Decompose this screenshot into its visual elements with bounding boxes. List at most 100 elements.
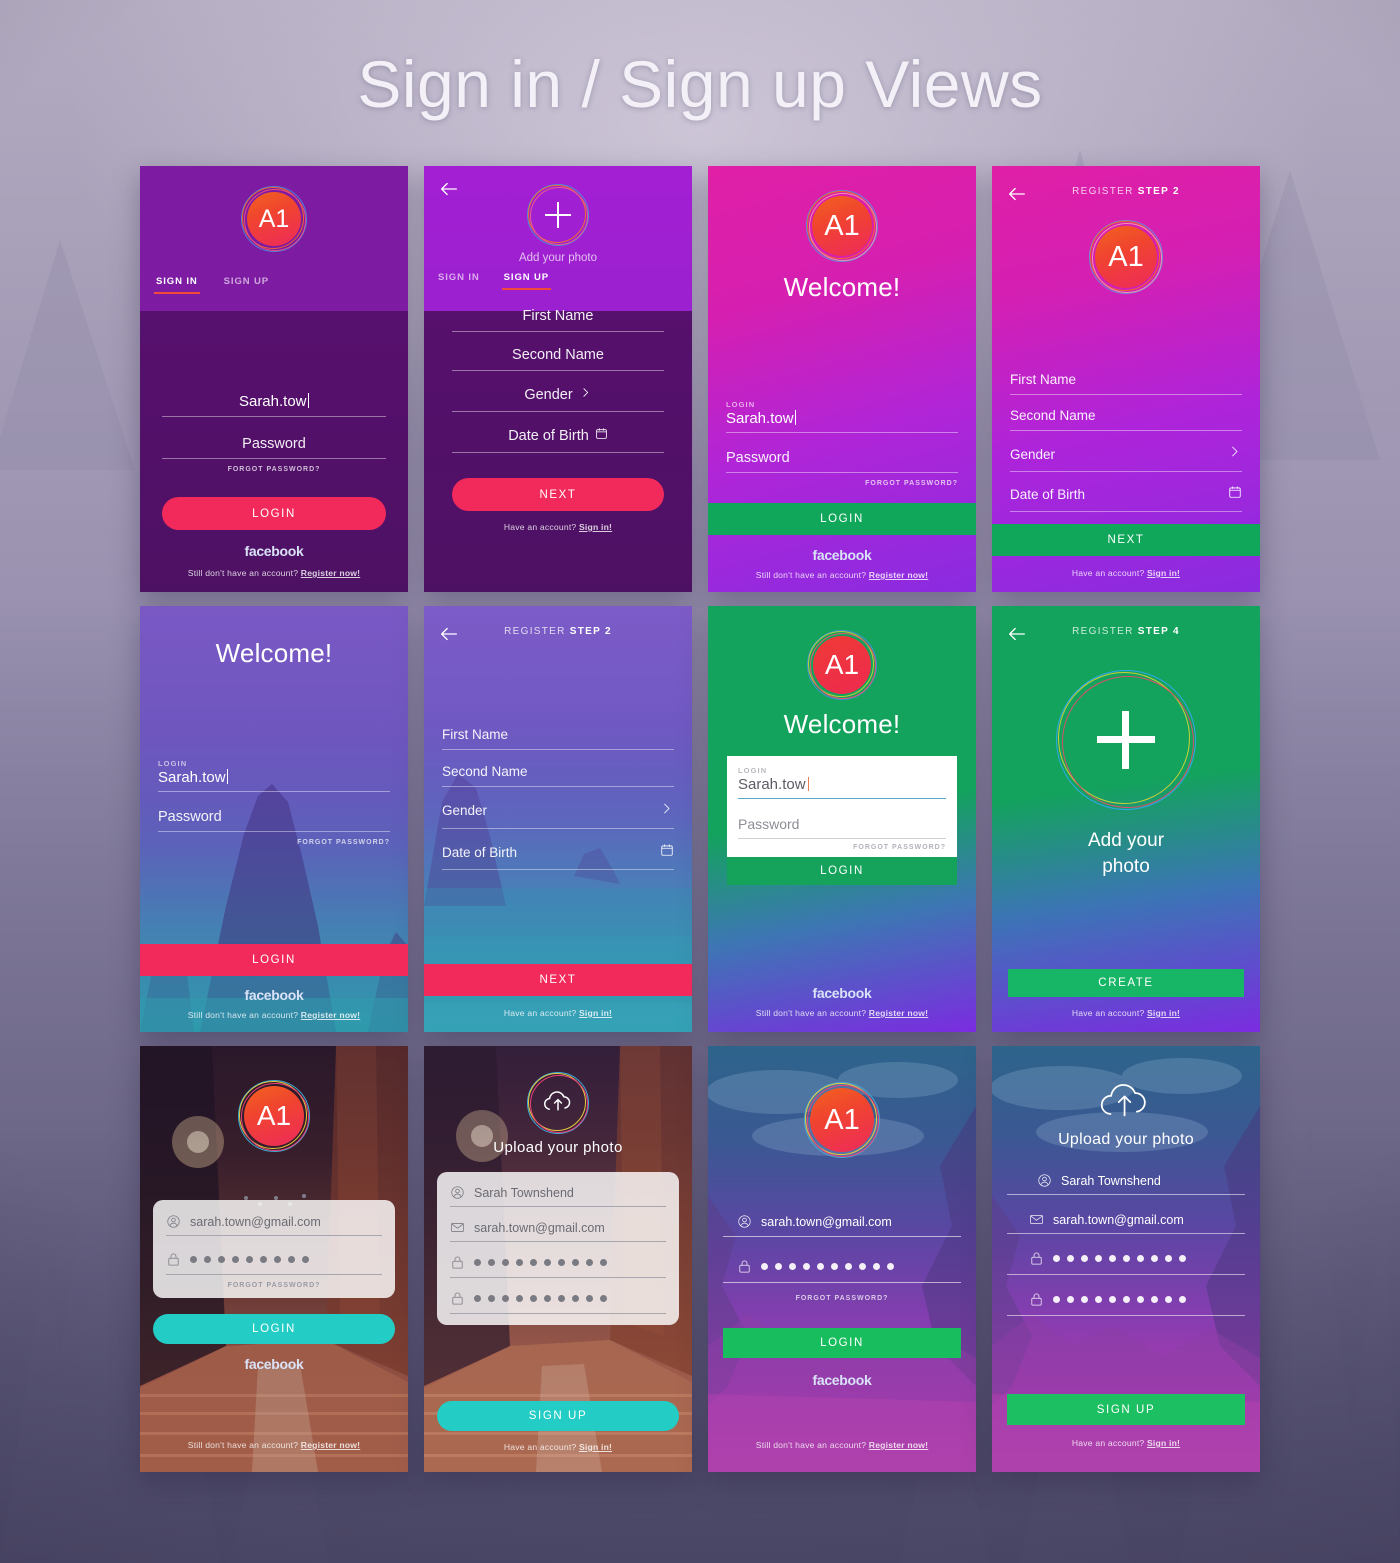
register-footnote[interactable]: Still don't have an account? Register no… [708, 1008, 976, 1018]
first-name-field[interactable]: First Name [452, 308, 664, 332]
upload-photo-button[interactable] [527, 1072, 589, 1134]
back-arrow-icon[interactable] [438, 178, 460, 200]
screen-register-step2-photo-sea[interactable]: REGISTER STEP 2 First Name Second Name G… [424, 606, 692, 1032]
cloud-upload-icon [540, 1088, 576, 1119]
register-footnote[interactable]: Still don't have an account? Register no… [162, 568, 386, 578]
register-footnote[interactable]: Still don't have an account? Register no… [140, 1440, 408, 1450]
facebook-login-button[interactable]: facebook [708, 547, 976, 563]
password-field[interactable] [450, 1255, 666, 1278]
back-arrow-icon[interactable] [1006, 183, 1028, 205]
fullname-field[interactable]: Sarah Townshend [1007, 1173, 1245, 1195]
first-name-field[interactable]: First Name [442, 727, 674, 750]
screen-login-canyon[interactable]: A1 sarah.town@gmail.com FORGOT PASSWORD?… [708, 1046, 976, 1472]
screen-welcome-login-photo-sea[interactable]: Welcome! LOGIN Sarah.tow Password FORGOT… [140, 606, 408, 1032]
email-field[interactable]: sarah.town@gmail.com [723, 1214, 961, 1237]
second-name-field[interactable]: Second Name [1010, 408, 1242, 431]
email-field[interactable]: sarah.town@gmail.com [166, 1214, 382, 1236]
facebook-login-button[interactable]: facebook [140, 1356, 408, 1372]
cloud-upload-icon [1095, 1078, 1157, 1127]
auth-tabs[interactable]: SIGN IN SIGN UP [424, 272, 692, 290]
signup-button[interactable]: SIGN UP [437, 1401, 679, 1431]
forgot-password-link[interactable]: FORGOT PASSWORD? [158, 839, 390, 846]
login-button[interactable]: LOGIN [162, 497, 386, 530]
login-field[interactable]: LOGIN Sarah.tow [158, 759, 390, 792]
screen-welcome-login-magenta[interactable]: A1 Welcome! LOGIN Sarah.tow Password FOR… [708, 166, 976, 592]
second-name-placeholder: Second Name [512, 347, 604, 363]
facebook-login-button[interactable]: facebook [708, 985, 976, 1001]
forgot-password-link[interactable]: FORGOT PASSWORD? [726, 480, 958, 487]
confirm-password-field[interactable] [1007, 1292, 1245, 1316]
password-field[interactable]: Password [726, 450, 958, 473]
screen-signup-canyon[interactable]: Upload your photo Sarah Townshend sarah.… [992, 1046, 1260, 1472]
next-button[interactable]: NEXT [424, 964, 692, 996]
back-arrow-icon[interactable] [1006, 623, 1028, 645]
auth-tabs[interactable]: SIGN IN SIGN UP [140, 276, 408, 294]
register-footnote[interactable]: Still don't have an account? Register no… [140, 1010, 408, 1020]
date-of-birth-field[interactable]: Date of Birth [452, 427, 664, 453]
signin-footnote[interactable]: Have an account? Sign in! [992, 1438, 1260, 1448]
signin-footnote[interactable]: Have an account? Sign in! [992, 568, 1260, 578]
gender-field[interactable]: Gender [1010, 444, 1242, 472]
fullname-field[interactable]: Sarah Townshend [450, 1185, 666, 1207]
tab-sign-in[interactable]: SIGN IN [154, 276, 200, 294]
create-button[interactable]: CREATE [1008, 969, 1244, 997]
forgot-password-link[interactable]: FORGOT PASSWORD? [166, 1282, 382, 1289]
back-arrow-icon[interactable] [438, 623, 460, 645]
signin-footnote-link: Sign in! [578, 522, 613, 532]
next-button[interactable]: NEXT [992, 524, 1260, 556]
signin-footnote[interactable]: Have an account? Sign in! [992, 1008, 1260, 1018]
signin-footnote[interactable]: Have an account? Sign in! [452, 522, 664, 532]
password-field[interactable]: Password [158, 809, 390, 832]
tab-sign-up[interactable]: SIGN UP [501, 272, 552, 290]
login-button[interactable]: LOGIN [723, 1328, 961, 1358]
confirm-password-field[interactable] [450, 1291, 666, 1314]
second-name-field[interactable]: Second Name [452, 347, 664, 371]
first-name-field[interactable]: First Name [1010, 372, 1242, 395]
login-field[interactable]: LOGIN Sarah.tow [738, 766, 946, 799]
password-field[interactable]: Password [738, 816, 946, 839]
second-name-field[interactable]: Second Name [442, 764, 674, 787]
facebook-login-button[interactable]: facebook [140, 987, 408, 1003]
chevron-right-icon [579, 386, 592, 404]
password-field[interactable] [166, 1252, 382, 1275]
facebook-login-button[interactable]: facebook [708, 1372, 976, 1388]
password-field[interactable] [1007, 1251, 1245, 1275]
screen-register-step4-green[interactable]: REGISTER STEP 4 Add your photo CREATE Ha… [992, 606, 1260, 1032]
screen-login-city-glass[interactable]: A1 sarah.town@gmail.com FORGOT PASSWORD?… [140, 1046, 408, 1472]
password-field[interactable] [723, 1259, 961, 1283]
facebook-login-button[interactable]: facebook [162, 543, 386, 559]
register-footnote[interactable]: Still don't have an account? Register no… [708, 570, 976, 580]
login-button[interactable]: LOGIN [153, 1314, 395, 1344]
add-photo-button[interactable] [1056, 670, 1196, 810]
login-button[interactable]: LOGIN [140, 944, 408, 976]
next-button[interactable]: NEXT [452, 478, 664, 511]
screen-sign-in-tabs-purple[interactable]: A1 SIGN IN SIGN UP Sarah.tow Password FO… [140, 166, 408, 592]
login-button[interactable]: LOGIN [708, 503, 976, 535]
register-footnote[interactable]: Still don't have an account? Register no… [708, 1440, 976, 1450]
forgot-password-link[interactable]: FORGOT PASSWORD? [162, 466, 386, 473]
forgot-password-link[interactable]: FORGOT PASSWORD? [738, 844, 946, 851]
password-field[interactable]: Password [162, 436, 386, 459]
login-button[interactable]: LOGIN [727, 857, 957, 885]
forgot-password-link[interactable]: FORGOT PASSWORD? [723, 1295, 961, 1302]
tab-sign-up[interactable]: SIGN UP [224, 276, 269, 294]
email-field[interactable]: sarah.town@gmail.com [450, 1220, 666, 1242]
login-field[interactable]: LOGIN Sarah.tow [726, 400, 958, 433]
signin-footnote[interactable]: Have an account? Sign in! [424, 1008, 692, 1018]
signin-footnote[interactable]: Have an account? Sign in! [424, 1442, 692, 1452]
screen-signup-city-glass[interactable]: Upload your photo Sarah Townshend sarah.… [424, 1046, 692, 1472]
username-field[interactable]: Sarah.tow [162, 393, 386, 417]
add-photo-button[interactable] [527, 184, 589, 246]
screen-sign-up-tabs-purple[interactable]: Add your photo SIGN IN SIGN UP First Nam… [424, 166, 692, 592]
screen-welcome-login-green-card[interactable]: A1 Welcome! LOGIN Sarah.tow Password FOR… [708, 606, 976, 1032]
gender-field[interactable]: Gender [442, 801, 674, 829]
upload-photo-button[interactable] [992, 1078, 1260, 1127]
date-of-birth-field[interactable]: Date of Birth [442, 843, 674, 870]
gender-field[interactable]: Gender [452, 386, 664, 412]
signup-button[interactable]: SIGN UP [1007, 1394, 1245, 1425]
date-of-birth-field[interactable]: Date of Birth [1010, 485, 1242, 512]
tab-sign-in[interactable]: SIGN IN [438, 272, 480, 290]
screen-register-step2-magenta[interactable]: REGISTER STEP 2 A1 First Name Second Nam… [992, 166, 1260, 592]
email-field[interactable]: sarah.town@gmail.com [1007, 1212, 1245, 1234]
app-logo: A1 [238, 1080, 310, 1152]
